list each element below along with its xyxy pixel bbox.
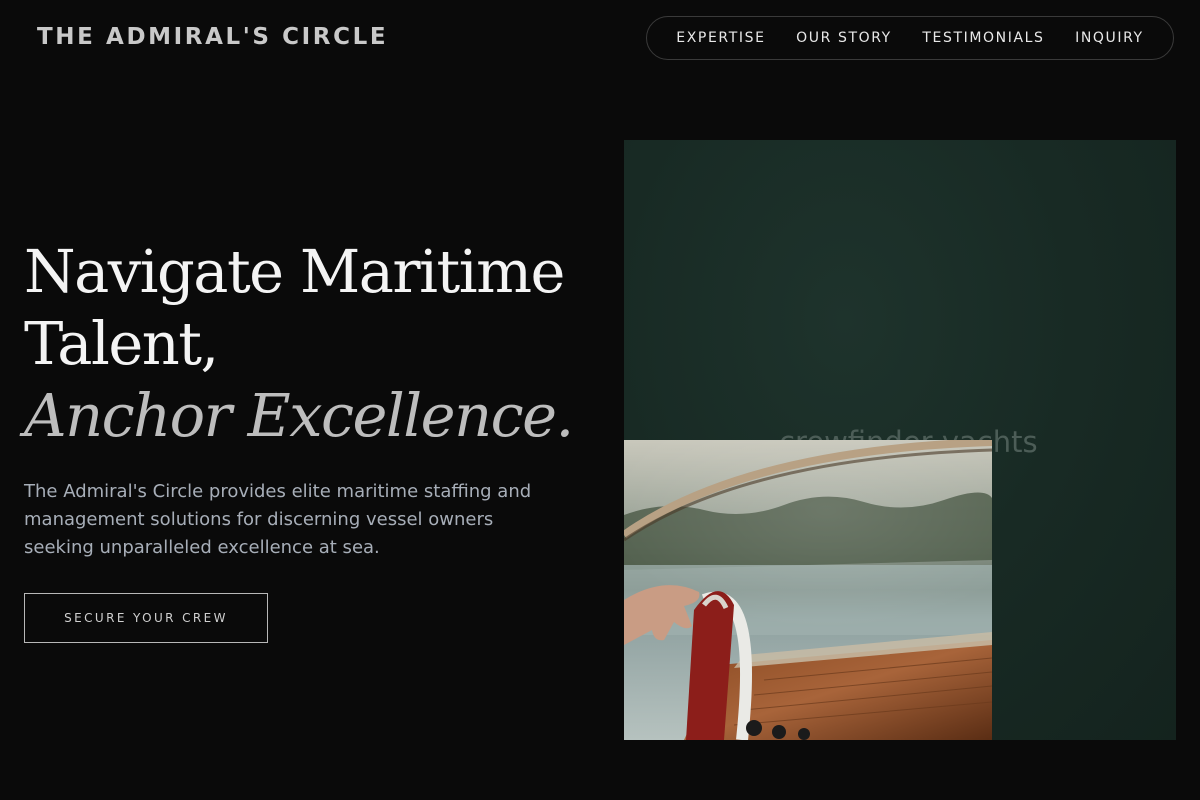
hero-headline: Navigate Maritime Talent, Anchor Excelle… [24,236,604,452]
brand-logo[interactable]: THE ADMIRAL'S CIRCLE [37,24,388,50]
headline-line-1: Navigate Maritime [24,237,565,306]
nav-item-inquiry[interactable]: INQUIRY [1075,30,1144,46]
headline-line-2: Talent, [24,309,219,378]
secure-crew-button[interactable]: SECURE YOUR CREW [24,593,268,643]
boat-wheel-photo [624,440,992,740]
landing-page: THE ADMIRAL'S CIRCLE EXPERTISE OUR STORY… [0,0,1200,800]
main-nav: EXPERTISE OUR STORY TESTIMONIALS INQUIRY [646,16,1174,60]
nav-item-testimonials[interactable]: TESTIMONIALS [922,30,1044,46]
nav-item-expertise[interactable]: EXPERTISE [676,30,765,46]
hero-description: The Admiral's Circle provides elite mari… [24,481,532,558]
nav-item-our-story[interactable]: OUR STORY [796,30,892,46]
headline-line-3-italic: Anchor Excellence. [24,381,574,450]
